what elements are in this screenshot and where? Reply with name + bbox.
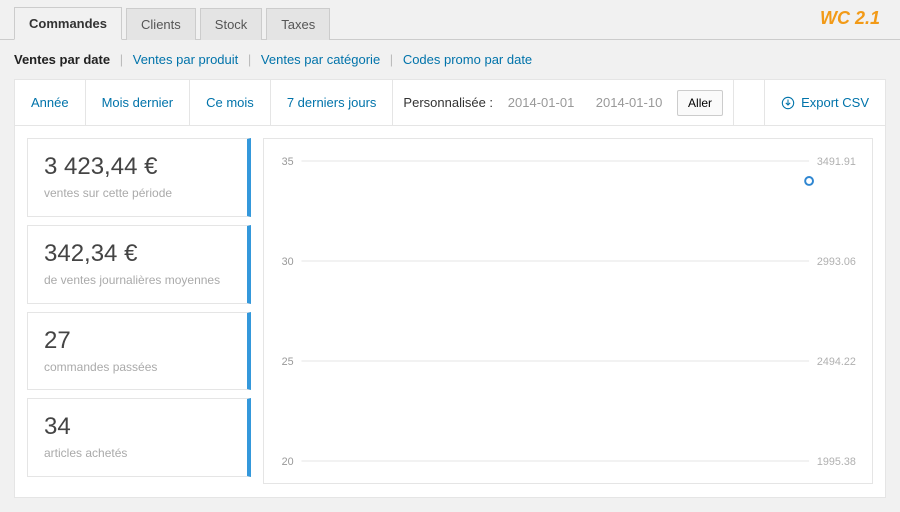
custom-range: Personnalisée : Aller [393,80,734,125]
stat-value: 3 423,44 € [44,153,231,181]
chart-svg: 35 3491.91 30 2993.06 25 2494.22 20 1995.38 [274,153,862,469]
separator: | [120,52,123,67]
date-from-input[interactable] [501,95,581,110]
stats-column: 3 423,44 € ventes sur cette période 342,… [27,138,251,485]
stat-label: ventes sur cette période [44,185,231,202]
subnav-ventes-par-date[interactable]: Ventes par date [14,52,110,67]
stat-items[interactable]: 34 articles achetés [27,398,251,477]
separator: | [390,52,393,67]
range-mois-dernier[interactable]: Mois dernier [86,80,191,125]
tab-stock[interactable]: Stock [200,8,263,40]
export-csv-button[interactable]: Export CSV [764,80,885,125]
stat-label: articles achetés [44,445,231,462]
stat-daily-avg[interactable]: 342,34 € de ventes journalières moyennes [27,225,251,304]
svg-text:1995.38: 1995.38 [817,456,856,468]
range-7-jours[interactable]: 7 derniers jours [271,80,394,125]
range-ce-mois[interactable]: Ce mois [190,80,271,125]
stat-orders[interactable]: 27 commandes passées [27,312,251,391]
export-csv-label: Export CSV [801,95,869,110]
report-content: 3 423,44 € ventes sur cette période 342,… [15,126,885,497]
download-icon [781,96,795,110]
svg-text:30: 30 [282,256,294,268]
svg-text:2993.06: 2993.06 [817,256,856,268]
top-tabs: Commandes Clients Stock Taxes WC 2.1 [0,0,900,40]
svg-text:2494.22: 2494.22 [817,356,856,368]
sales-chart: 35 3491.91 30 2993.06 25 2494.22 20 1995.38 [263,138,873,484]
stat-value: 27 [44,327,231,355]
report-panel: Année Mois dernier Ce mois 7 derniers jo… [14,79,886,498]
stat-label: de ventes journalières moyennes [44,272,231,289]
svg-text:25: 25 [282,356,294,368]
svg-text:20: 20 [282,456,294,468]
stat-total-sales[interactable]: 3 423,44 € ventes sur cette période [27,138,251,217]
date-to-input[interactable] [589,95,669,110]
subnav-ventes-par-produit[interactable]: Ventes par produit [133,52,239,67]
svg-text:3491.91: 3491.91 [817,156,856,168]
svg-text:35: 35 [282,156,294,168]
subnav-ventes-par-categorie[interactable]: Ventes par catégorie [261,52,380,67]
tab-clients[interactable]: Clients [126,8,196,40]
report-subnav: Ventes par date | Ventes par produit | V… [0,40,900,79]
stat-value: 342,34 € [44,240,231,268]
go-button[interactable]: Aller [677,90,723,116]
range-annee[interactable]: Année [15,80,86,125]
subnav-codes-promo[interactable]: Codes promo par date [403,52,532,67]
tab-taxes[interactable]: Taxes [266,8,330,40]
tab-commandes[interactable]: Commandes [14,7,122,40]
date-range-tabs: Année Mois dernier Ce mois 7 derniers jo… [15,80,885,126]
stat-label: commandes passées [44,359,231,376]
custom-range-label: Personnalisée : [403,95,493,110]
brand-label: WC 2.1 [820,8,880,29]
stat-value: 34 [44,413,231,441]
separator: | [248,52,251,67]
